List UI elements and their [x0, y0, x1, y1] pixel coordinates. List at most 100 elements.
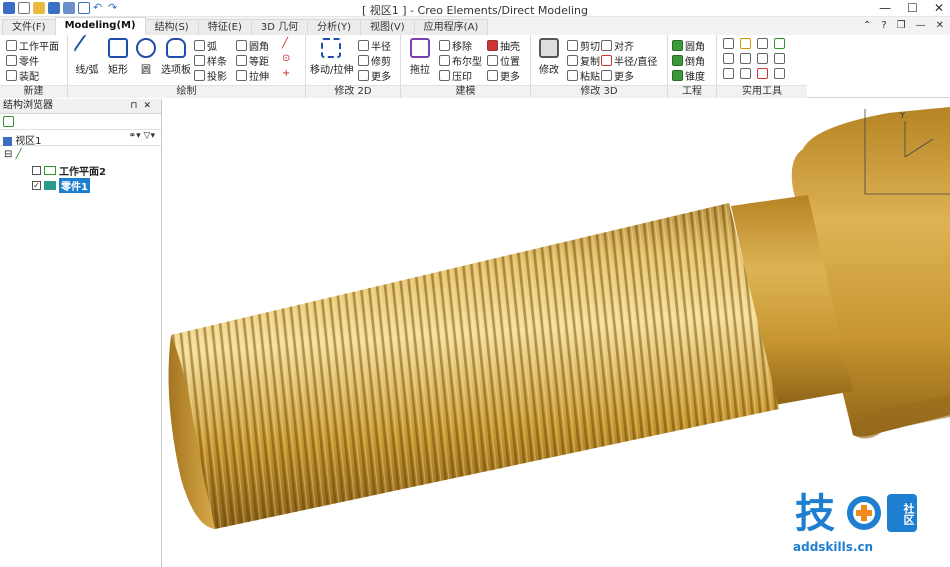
grid-icon[interactable]	[774, 53, 785, 64]
viewport-selector[interactable]: 视区1 ⚭▾ ▽▾	[0, 130, 161, 147]
chart-icon[interactable]	[740, 53, 751, 64]
tab-applications[interactable]: 应用程序(A)	[413, 19, 489, 35]
radius-diameter-button[interactable]: 半径/直径	[601, 53, 657, 68]
watermark-char: 技	[795, 491, 835, 537]
more-model-label: 更多	[500, 72, 520, 83]
blend-button[interactable]: 圆角	[672, 38, 705, 53]
viewport-3d[interactable]: Y 技 社区 addskills.cn	[163, 99, 950, 567]
imprint-button[interactable]: 压印	[439, 68, 472, 83]
chamfer-button[interactable]: 倒角	[672, 53, 705, 68]
pull-button[interactable]: 拖拉	[405, 38, 435, 76]
assembly-button[interactable]: 装配	[6, 68, 39, 83]
align-button[interactable]: 对齐	[601, 38, 634, 53]
filter-icon[interactable]	[757, 53, 768, 64]
workplane-button[interactable]: 工作平面	[6, 38, 59, 53]
taper-button[interactable]: 锥度	[672, 68, 705, 83]
graph-icon[interactable]	[723, 53, 734, 64]
panel-close-icon[interactable]: ✕	[143, 101, 157, 111]
visibility-checkbox[interactable]	[32, 166, 41, 175]
tab-feature[interactable]: 特征(E)	[197, 19, 252, 35]
cut-button[interactable]: 剪切	[567, 38, 600, 53]
table-icon[interactable]	[774, 68, 785, 79]
measure-icon[interactable]	[723, 38, 734, 49]
trim-button[interactable]: 修剪	[358, 53, 391, 68]
coordinate-icon[interactable]	[723, 68, 734, 79]
target-icon[interactable]	[757, 68, 768, 79]
help-bar: ⌃ ? ❐ — ✕	[863, 20, 944, 31]
projection-icon	[194, 70, 205, 81]
layers-icon[interactable]	[740, 68, 751, 79]
tab-modeling[interactable]: Modeling(M)	[54, 17, 146, 35]
rectangle-button[interactable]: 矩形	[106, 38, 130, 76]
radius-button[interactable]: 半径	[358, 38, 391, 53]
tree-item-part[interactable]: ✓ 零件1	[32, 178, 90, 193]
more-3d-label: 更多	[614, 72, 634, 83]
more-icon	[487, 70, 498, 81]
more-2d-button[interactable]: 更多	[358, 68, 391, 83]
position-button[interactable]: 位置	[487, 53, 520, 68]
more-model-button[interactable]: 更多	[487, 68, 520, 83]
shell-button[interactable]: 抽壳	[487, 38, 520, 53]
line-arc-button[interactable]: 线/弧	[73, 34, 101, 76]
circle-button[interactable]: 圆	[134, 38, 158, 76]
ribbon-collapse-icon[interactable]: ⌃	[863, 20, 871, 31]
visibility-checkbox[interactable]: ✓	[32, 181, 41, 190]
boolean-button[interactable]: 布尔型	[439, 53, 482, 68]
group-new-label: 新建	[0, 85, 67, 98]
more-icon	[601, 70, 612, 81]
cut-icon	[567, 40, 578, 51]
search-filter-icons[interactable]: ⚭▾ ▽▾	[129, 131, 155, 141]
inner-minimize-icon[interactable]: —	[916, 20, 926, 31]
more-3d-button[interactable]: 更多	[601, 68, 634, 83]
part-icon	[6, 55, 17, 66]
group-engineering: 圆角 倒角 锥度 工程	[668, 35, 717, 98]
help-icon[interactable]: ?	[881, 20, 886, 31]
assembly-icon	[6, 70, 17, 81]
maximize-icon[interactable]: ☐	[907, 1, 918, 15]
tree-root[interactable]: ⊟ ╱	[4, 149, 22, 160]
projection-button[interactable]: 投影	[194, 68, 227, 83]
close-icon[interactable]: ✕	[934, 1, 944, 15]
palette-button[interactable]: 选项板	[160, 38, 192, 76]
spline-button[interactable]: 样条	[194, 53, 227, 68]
offset-label: 等距	[249, 57, 269, 68]
tab-file[interactable]: 文件(F)	[2, 19, 56, 35]
tab-view[interactable]: 视图(V)	[360, 19, 415, 35]
blend-icon	[672, 40, 683, 51]
copy-button[interactable]: 复制	[567, 53, 600, 68]
arc-button[interactable]: 弧	[194, 38, 217, 53]
part-icon	[44, 181, 56, 190]
point-tool-icon[interactable]: ⊙	[282, 53, 290, 64]
ribbon-tabs: 文件(F) Modeling(M) 结构(S) 特征(E) 3D 几何 分析(Y…	[0, 17, 950, 35]
offset-button[interactable]: 等距	[236, 53, 269, 68]
move-stretch-button[interactable]: 移动/拉伸	[310, 38, 353, 76]
tab-3d-geometry[interactable]: 3D 几何	[250, 19, 309, 35]
paste-button[interactable]: 粘贴	[567, 68, 600, 83]
inner-close-icon[interactable]: ✕	[936, 20, 944, 31]
group-draw: 线/弧 矩形 圆 选项板 弧 样条 投影 圆角 等距 拉伸 ╱ ⊙ + 绘制	[68, 34, 306, 98]
copy-icon	[567, 55, 578, 66]
pin-icon[interactable]: ⊓	[130, 101, 143, 111]
minimize-icon[interactable]: —	[879, 1, 891, 15]
cross-tool-icon[interactable]: +	[282, 68, 290, 79]
group-new: 工作平面 零件 装配 新建	[0, 35, 68, 98]
tree-view-icon[interactable]	[3, 116, 14, 127]
pull-label: 拖拉	[410, 65, 430, 76]
pointer-icon[interactable]	[757, 38, 768, 49]
group-draw-label: 绘制	[68, 85, 305, 98]
tab-structure[interactable]: 结构(S)	[144, 19, 199, 35]
fillet-2d-button[interactable]: 圆角	[236, 38, 269, 53]
restore-icon[interactable]: ❐	[897, 20, 906, 31]
shell-label: 抽壳	[500, 42, 520, 53]
radius-icon	[358, 40, 369, 51]
part-button[interactable]: 零件	[6, 53, 39, 68]
tree-item-workplane[interactable]: 工作平面2	[32, 163, 106, 178]
more-icon	[358, 70, 369, 81]
modify-button[interactable]: 修改	[535, 38, 563, 76]
tab-analysis[interactable]: 分析(Y)	[307, 19, 362, 35]
frame-icon[interactable]	[774, 38, 785, 49]
line-tool-icon[interactable]: ╱	[282, 38, 288, 49]
extrude-button[interactable]: 拉伸	[236, 68, 269, 83]
remove-button[interactable]: 移除	[439, 38, 472, 53]
flag-icon[interactable]	[740, 38, 751, 49]
